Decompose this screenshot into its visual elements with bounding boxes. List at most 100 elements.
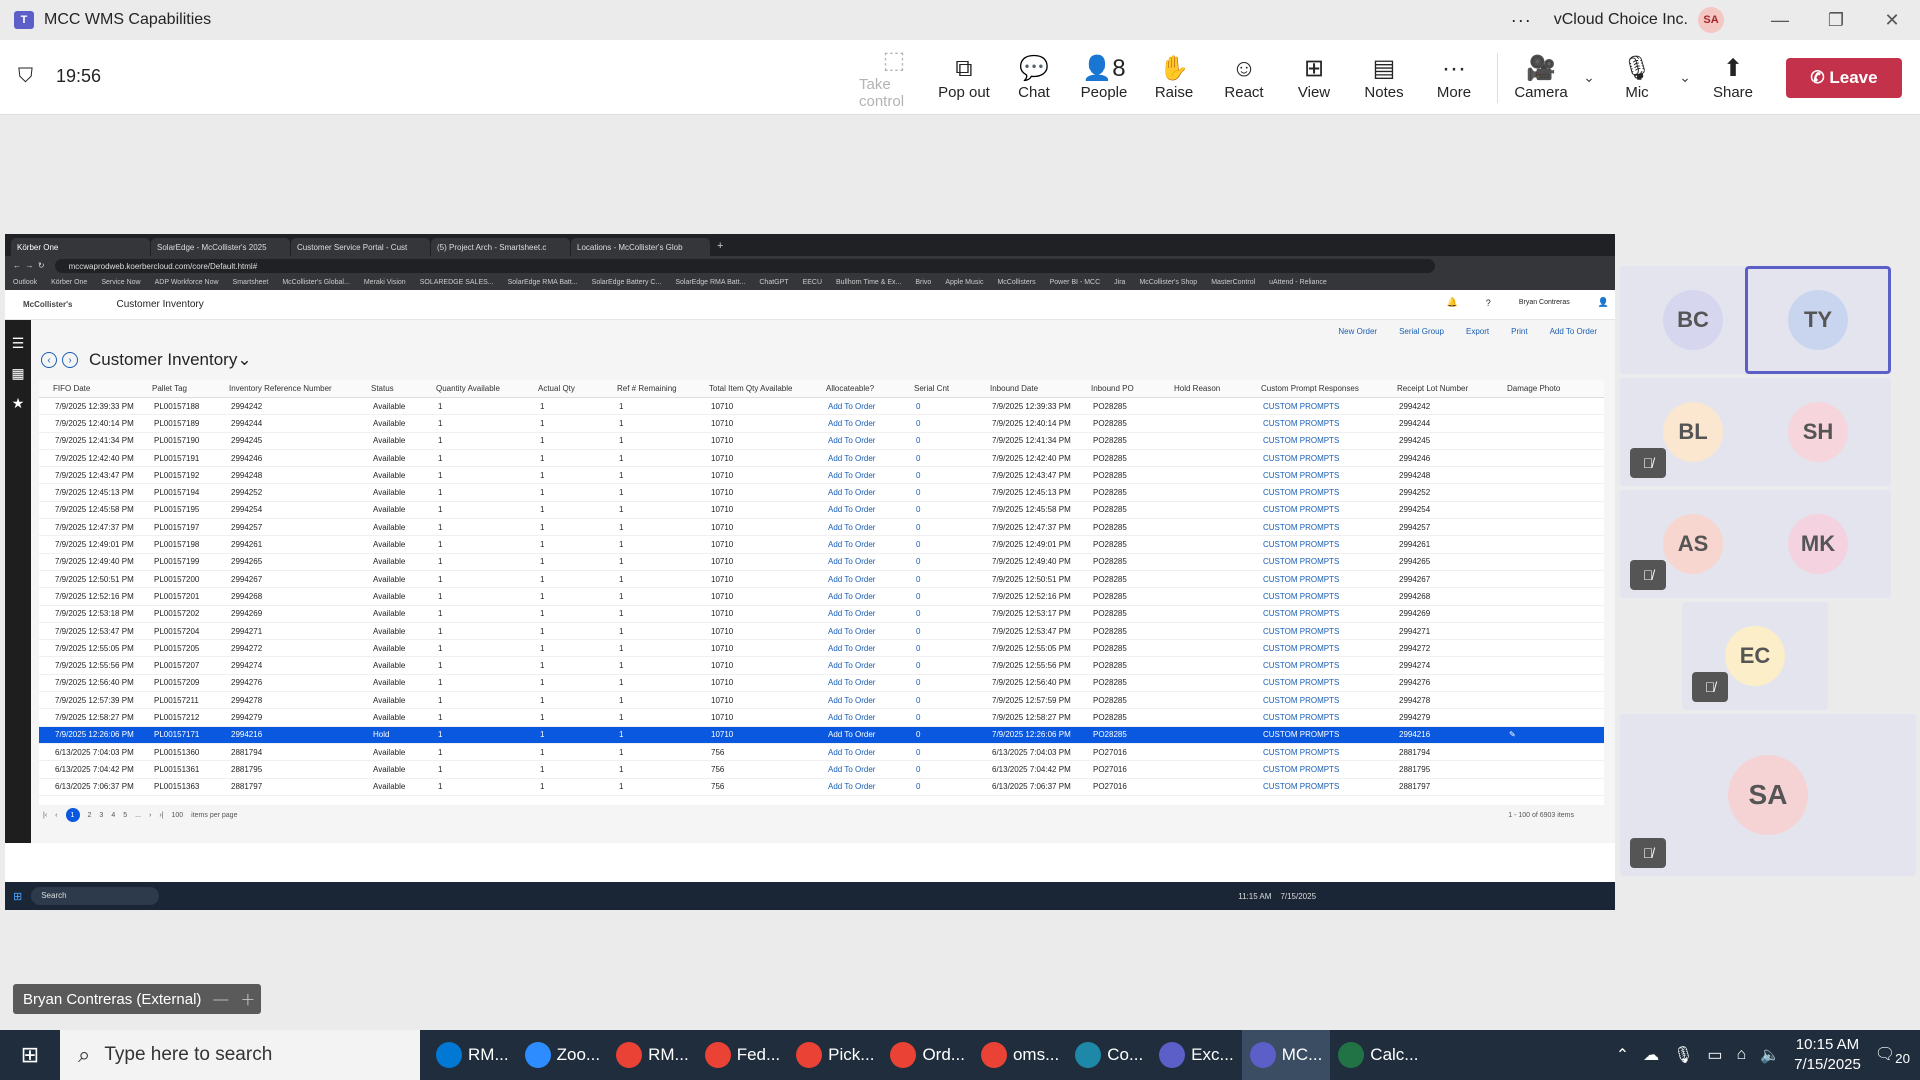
control-people-button[interactable]: 👤8 People — [1069, 54, 1139, 101]
taskbar-app[interactable]: Ord... — [882, 1030, 973, 1080]
table-cell[interactable]: Add To Order — [812, 505, 900, 514]
participant-tile[interactable]: SA 🎙̸ — [1620, 714, 1916, 876]
table-cell[interactable]: CUSTOM PROMPTS — [1247, 557, 1383, 566]
page-number[interactable]: 5 — [123, 812, 127, 819]
browser-tab[interactable]: Körber One — [11, 238, 150, 256]
table-cell[interactable]: Add To Order — [812, 488, 900, 497]
table-cell[interactable]: CUSTOM PROMPTS — [1247, 765, 1383, 774]
table-row[interactable]: 7/9/2025 12:49:01 PM PL00157198 2994261 Ava… — [39, 536, 1604, 554]
column-header[interactable]: Receipt Lot Number — [1383, 384, 1493, 393]
table-cell[interactable]: Add To Order — [812, 419, 900, 428]
table-row[interactable]: 7/9/2025 12:50:51 PM PL00157200 2994267 Ava… — [39, 571, 1604, 589]
toolbar-export-button[interactable]: Export — [1466, 327, 1489, 340]
table-cell[interactable]: Add To Order — [812, 765, 900, 774]
control-view-button[interactable]: ⊞ View — [1279, 54, 1349, 101]
table-cell[interactable]: CUSTOM PROMPTS — [1247, 454, 1383, 463]
toolbar-add-to-order-button[interactable]: Add To Order — [1550, 327, 1597, 340]
participant-tile[interactable]: TY — [1745, 266, 1891, 374]
taskbar-app[interactable]: oms... — [973, 1030, 1067, 1080]
table-cell[interactable]: Add To Order — [812, 713, 900, 722]
network-icon[interactable]: ⌂ — [1737, 1046, 1747, 1064]
table-row[interactable]: 7/9/2025 12:58:27 PM PL00157212 2994279 Ava… — [39, 709, 1604, 727]
table-cell[interactable]: CUSTOM PROMPTS — [1247, 505, 1383, 514]
bookmark-item[interactable]: EECU — [803, 279, 822, 286]
table-cell[interactable]: CUSTOM PROMPTS — [1247, 678, 1383, 687]
leave-button[interactable]: ✆ Leave — [1786, 57, 1902, 98]
table-row[interactable]: 7/9/2025 12:56:40 PM PL00157209 2994276 Ava… — [39, 675, 1604, 693]
windows-start-icon[interactable]: ⊞ — [0, 1042, 60, 1068]
pager-nav-icon[interactable]: ‹ — [55, 812, 57, 819]
bookmark-item[interactable]: McCollister's Global... — [282, 279, 349, 286]
mic-icon[interactable]: 🎙 — [1673, 1045, 1693, 1065]
toolbar-serial-group-button[interactable]: Serial Group — [1399, 327, 1444, 340]
table-cell[interactable]: CUSTOM PROMPTS — [1247, 627, 1383, 636]
browser-tab[interactable]: Locations - McCollister's Glob — [571, 238, 710, 256]
table-cell[interactable]: CUSTOM PROMPTS — [1247, 661, 1383, 670]
toolbar-new-order-button[interactable]: New Order — [1338, 327, 1377, 340]
notification-icon[interactable]: 🗨20 — [1875, 1044, 1910, 1066]
forward-circle-icon[interactable]: › — [62, 352, 78, 368]
column-header[interactable]: Inventory Reference Number — [215, 384, 357, 393]
table-cell[interactable]: Add To Order — [812, 540, 900, 549]
participant-tile[interactable]: MK — [1745, 490, 1891, 598]
taskbar-app[interactable]: Calc... — [1330, 1030, 1426, 1080]
share-button[interactable]: ⬆ Share — [1698, 54, 1768, 101]
table-cell[interactable]: Add To Order — [812, 454, 900, 463]
table-cell[interactable]: CUSTOM PROMPTS — [1247, 592, 1383, 601]
bookmark-item[interactable]: Service Now — [101, 279, 140, 286]
browser-tab[interactable]: Customer Service Portal - Cust — [291, 238, 430, 256]
apps-grid-icon[interactable]: ▦ — [5, 358, 31, 388]
browser-tab[interactable]: (5) Project Arch - Smartsheet.c — [431, 238, 570, 256]
table-cell[interactable]: Add To Order — [812, 523, 900, 532]
bookmark-item[interactable]: Apple Music — [945, 279, 983, 286]
page-size-select[interactable]: 100 — [171, 812, 183, 819]
column-header[interactable]: Allocateable? — [812, 384, 900, 393]
taskbar-app[interactable]: RM... — [428, 1030, 517, 1080]
column-header[interactable]: Actual Qty — [524, 384, 603, 393]
table-cell[interactable]: Add To Order — [812, 592, 900, 601]
menu-icon[interactable]: ☰ — [5, 328, 31, 358]
column-header[interactable]: Pallet Tag — [138, 384, 215, 393]
taskbar-app[interactable]: RM... — [608, 1030, 697, 1080]
taskbar-app[interactable]: Zoo... — [517, 1030, 608, 1080]
page-title[interactable]: Customer Inventory⌄ — [89, 350, 252, 370]
plus-icon[interactable]: ＋ — [240, 989, 255, 1010]
org-name[interactable]: vCloud Choice Inc. — [1554, 11, 1688, 29]
pager-nav-icon[interactable]: › — [149, 812, 151, 819]
table-row[interactable]: 6/13/2025 7:04:42 PM PL00151361 2881795 Ava… — [39, 761, 1604, 779]
minus-icon[interactable]: — — [213, 991, 228, 1008]
url-field[interactable]: mccwaprodweb.koerbercloud.com/core/Defau… — [54, 258, 1435, 273]
back-circle-icon[interactable]: ‹ — [41, 352, 57, 368]
taskbar-clock[interactable]: 10:15 AM 7/15/2025 — [1794, 1035, 1861, 1075]
page-number[interactable]: 3 — [99, 812, 103, 819]
table-cell[interactable]: CUSTOM PROMPTS — [1247, 419, 1383, 428]
page-number[interactable]: ... — [135, 812, 141, 819]
reload-icon[interactable]: ↻ — [38, 261, 45, 270]
battery-icon[interactable]: ▭ — [1707, 1045, 1722, 1065]
more-options-icon[interactable]: ··· — [1511, 10, 1532, 31]
table-cell[interactable]: CUSTOM PROMPTS — [1247, 730, 1383, 739]
table-row[interactable]: 7/9/2025 12:43:47 PM PL00157192 2994248 Ava… — [39, 467, 1604, 485]
table-cell[interactable]: Add To Order — [812, 436, 900, 445]
taskbar-app[interactable]: Co... — [1067, 1030, 1151, 1080]
taskbar-search[interactable]: ⌕ Type here to search — [60, 1030, 420, 1080]
table-cell[interactable]: CUSTOM PROMPTS — [1247, 748, 1383, 757]
table-row[interactable]: 7/9/2025 12:41:34 PM PL00157190 2994245 Ava… — [39, 433, 1604, 450]
bookmark-item[interactable]: ADP Workforce Now — [155, 279, 219, 286]
column-header[interactable]: Quantity Available — [422, 384, 524, 393]
onedrive-icon[interactable]: ☁ — [1643, 1045, 1659, 1065]
table-cell[interactable]: CUSTOM PROMPTS — [1247, 402, 1383, 411]
chevron-up-icon[interactable]: ⌃ — [1616, 1045, 1629, 1065]
bookmark-item[interactable]: Bullhorn Time & Ex... — [836, 279, 901, 286]
table-row[interactable]: 7/9/2025 12:45:13 PM PL00157194 2994252 Ava… — [39, 484, 1604, 502]
table-cell[interactable]: CUSTOM PROMPTS — [1247, 575, 1383, 584]
star-icon[interactable]: ★ — [5, 388, 31, 418]
browser-tab[interactable]: SolarEdge - McCollister's 2025 — [151, 238, 290, 256]
table-cell[interactable]: Add To Order — [812, 644, 900, 653]
bookmark-item[interactable]: SolarEdge RMA Batt... — [675, 279, 745, 286]
participant-tile[interactable]: EC 🎙̸ — [1682, 602, 1828, 710]
restore-button[interactable]: ❐ — [1808, 10, 1864, 31]
table-cell[interactable]: Add To Order — [812, 471, 900, 480]
column-header[interactable]: Custom Prompt Responses — [1247, 384, 1383, 393]
taskbar-app[interactable]: Fed... — [697, 1030, 788, 1080]
